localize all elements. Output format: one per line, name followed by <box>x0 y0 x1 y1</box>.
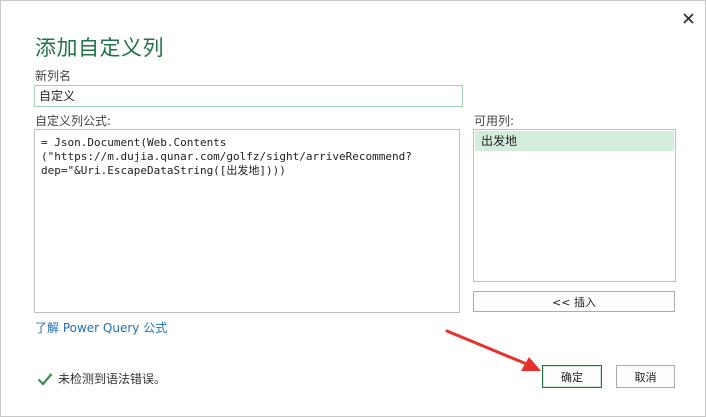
learn-power-query-link[interactable]: 了解 Power Query 公式 <box>35 319 167 336</box>
syntax-status: 未检测到语法错误。 <box>37 370 166 387</box>
formula-editor[interactable]: = Json.Document(Web.Contents ("https://m.… <box>34 129 460 313</box>
close-icon <box>682 12 694 24</box>
checkmark-icon <box>37 372 53 386</box>
formula-line: = Json.Document(Web.Contents <box>41 136 227 149</box>
insert-button[interactable]: << 插入 <box>473 291 675 312</box>
dialog-title: 添加自定义列 <box>35 36 164 60</box>
syntax-status-text: 未检测到语法错误。 <box>58 372 167 386</box>
available-columns-list: 出发地 <box>473 129 676 282</box>
formula-text: = Json.Document(Web.Contents ("https://m.… <box>41 136 451 178</box>
new-column-name-label: 新列名 <box>35 69 72 83</box>
close-button[interactable] <box>678 8 698 28</box>
column-item-departure[interactable]: 出发地 <box>475 131 674 151</box>
formula-label: 自定义列公式: <box>35 114 112 128</box>
cancel-button[interactable]: 取消 <box>616 365 675 388</box>
ok-button[interactable]: 确定 <box>542 365 602 388</box>
formula-line: dep="&Uri.EscapeDataString([出发地]))) <box>41 164 286 177</box>
available-columns-label: 可用列: <box>474 114 515 128</box>
annotation-arrow-icon <box>445 329 541 371</box>
formula-line: ("https://m.dujia.qunar.com/golfz/sight/… <box>41 150 412 163</box>
add-custom-column-dialog: 添加自定义列 新列名 自定义 自定义列公式: = Json.Document(W… <box>0 0 706 417</box>
new-column-name-input[interactable]: 自定义 <box>34 85 463 107</box>
